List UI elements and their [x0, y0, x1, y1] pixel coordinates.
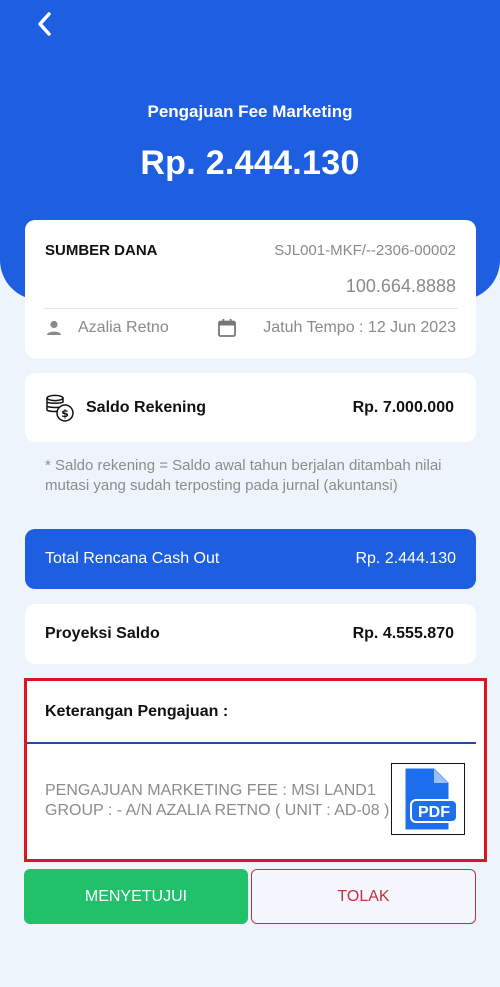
calendar-icon — [218, 319, 236, 337]
reject-button[interactable]: TOLAK — [251, 869, 476, 924]
total-cash-out-card: Total Rencana Cash Out Rp. 2.444.130 — [25, 529, 476, 589]
due-date: Jatuh Tempo : 12 Jun 2023 — [263, 319, 456, 336]
total-cash-out-value: Rp. 2.444.130 — [355, 550, 456, 567]
user-name: Azalia Retno — [78, 319, 169, 336]
sumber-dana-label: SUMBER DANA — [45, 242, 158, 259]
sumber-dana-amount: 100.664.8888 — [345, 276, 456, 296]
pdf-file-icon: PDF — [405, 768, 458, 830]
svg-text:$: $ — [61, 407, 69, 420]
back-button[interactable] — [28, 8, 60, 40]
sumber-dana-code: SJL001-MKF/--2306-00002 — [274, 242, 456, 259]
keterangan-label: Keterangan Pengajuan : — [45, 703, 229, 720]
pdf-attachment-button[interactable]: PDF — [391, 763, 465, 835]
divider — [43, 308, 458, 309]
pdf-label: PDF — [418, 804, 450, 821]
proyeksi-saldo-label: Proyeksi Saldo — [45, 625, 160, 642]
total-cash-out-label: Total Rencana Cash Out — [45, 550, 220, 567]
header-amount: Rp. 2.444.130 — [140, 144, 360, 182]
saldo-rekening-card: $ Saldo Rekening Rp. 7.000.000 — [25, 373, 476, 442]
approve-button[interactable]: MENYETUJUI — [24, 869, 248, 924]
saldo-rekening-value: Rp. 7.000.000 — [352, 399, 454, 416]
saldo-rekening-label: Saldo Rekening — [86, 399, 207, 416]
keterangan-divider — [27, 742, 476, 744]
sumber-dana-card: SUMBER DANA SJL001-MKF/--2306-00002 100.… — [25, 220, 476, 358]
proyeksi-saldo-value: Rp. 4.555.870 — [352, 625, 454, 642]
keterangan-section: Keterangan Pengajuan : PENGAJUAN MARKETI… — [24, 678, 487, 862]
saldo-note: * Saldo rekening = Saldo awal tahun berj… — [45, 457, 442, 494]
person-icon — [47, 320, 61, 335]
coins-icon: $ — [46, 394, 74, 422]
keterangan-text: PENGAJUAN MARKETING FEE : MSI LAND1 GROU… — [45, 782, 390, 819]
page-title: Pengajuan Fee Marketing — [147, 102, 353, 121]
proyeksi-saldo-card: Proyeksi Saldo Rp. 4.555.870 — [25, 604, 476, 664]
chevron-left-icon — [38, 12, 51, 36]
